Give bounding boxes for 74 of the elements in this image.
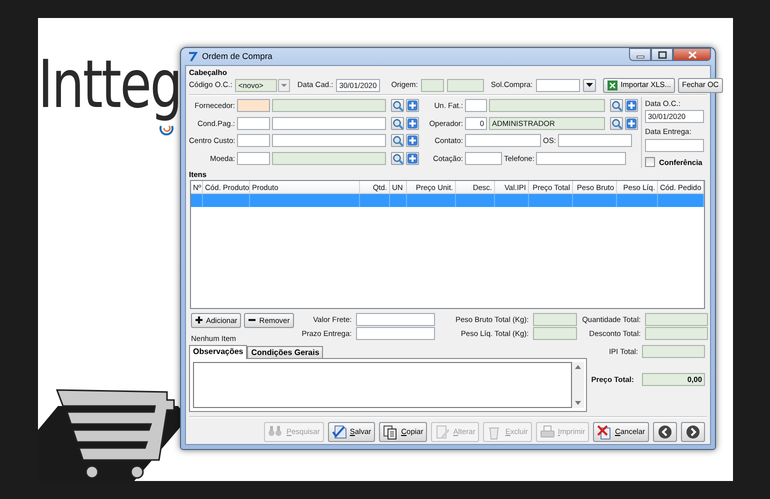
- input-field[interactable]: [272, 116, 386, 130]
- search-icon: [611, 118, 622, 129]
- checkmark-icon: [332, 424, 347, 440]
- search-icon: [392, 135, 403, 146]
- search-icon: [392, 100, 403, 112]
- input-field[interactable]: [558, 134, 632, 148]
- search-button[interactable]: [391, 152, 404, 165]
- input-field[interactable]: [536, 78, 580, 92]
- input-field[interactable]: [465, 152, 502, 165]
- input-field[interactable]: [645, 138, 704, 152]
- maximize-icon: [656, 50, 668, 60]
- add-button[interactable]: [406, 99, 419, 112]
- input-field[interactable]: [644, 312, 708, 326]
- notes-field[interactable]: [193, 362, 572, 408]
- plus-icon: [195, 316, 203, 324]
- printer-icon: [540, 424, 555, 440]
- plus-icon: [626, 100, 637, 112]
- input-field[interactable]: [465, 134, 541, 148]
- input-field[interactable]: [237, 99, 270, 112]
- plus-icon: [407, 135, 418, 146]
- tab[interactable]: Observações: [189, 345, 248, 359]
- plus-icon: [407, 118, 418, 129]
- up-arrow-icon[interactable]: [575, 365, 581, 369]
- input-field[interactable]: [237, 116, 270, 130]
- input-field[interactable]: [237, 152, 270, 165]
- dropdown-button[interactable]: [582, 78, 596, 92]
- tab[interactable]: Condições Gerais: [247, 346, 324, 358]
- input-field[interactable]: [532, 312, 577, 326]
- input-field[interactable]: [272, 99, 386, 112]
- down-arrow-icon[interactable]: [575, 401, 581, 405]
- add-button[interactable]: [406, 134, 419, 148]
- input-field[interactable]: [644, 326, 708, 340]
- copy-icon: [383, 424, 398, 440]
- add-button[interactable]: [625, 99, 638, 112]
- window-title: Ordem de Compra: [202, 50, 272, 63]
- spreadsheet-icon: [606, 80, 618, 90]
- minimize-button[interactable]: [629, 48, 651, 61]
- add-button[interactable]: [406, 116, 419, 130]
- pencil-icon: [435, 424, 450, 440]
- plus-icon: [626, 118, 637, 129]
- search-button[interactable]: [391, 116, 404, 130]
- search-button[interactable]: [610, 99, 623, 112]
- search-button[interactable]: [391, 134, 404, 148]
- plus-icon: [407, 100, 418, 112]
- previous-button[interactable]: [653, 422, 677, 442]
- search-button[interactable]: [391, 99, 404, 112]
- add-button[interactable]: [406, 152, 419, 165]
- input-field[interactable]: [356, 312, 435, 326]
- close-button[interactable]: [673, 48, 711, 61]
- input-field[interactable]: [446, 78, 484, 92]
- input-field[interactable]: [272, 152, 386, 165]
- x-icon: [596, 424, 612, 440]
- input-field[interactable]: [237, 134, 270, 148]
- scrollbar[interactable]: [572, 362, 584, 408]
- maximize-button[interactable]: [651, 48, 673, 61]
- table-row[interactable]: [191, 194, 704, 207]
- input-field[interactable]: [465, 99, 487, 112]
- input-field[interactable]: [642, 345, 705, 358]
- app-icon: [187, 50, 198, 63]
- search-icon: [392, 152, 403, 164]
- add-button[interactable]: [625, 116, 638, 130]
- input-field[interactable]: [532, 326, 577, 340]
- input-field[interactable]: [272, 134, 386, 148]
- close-icon: [686, 50, 698, 60]
- dropdown-icon: [278, 78, 290, 92]
- search-icon: [392, 118, 403, 129]
- plus-icon: [407, 152, 418, 164]
- input-field[interactable]: [536, 152, 626, 165]
- next-button[interactable]: [681, 422, 705, 442]
- input-field[interactable]: [489, 99, 605, 112]
- input-field[interactable]: [356, 326, 435, 340]
- input-field[interactable]: [420, 78, 444, 92]
- search-icon: [611, 100, 622, 112]
- search-button[interactable]: [610, 116, 623, 130]
